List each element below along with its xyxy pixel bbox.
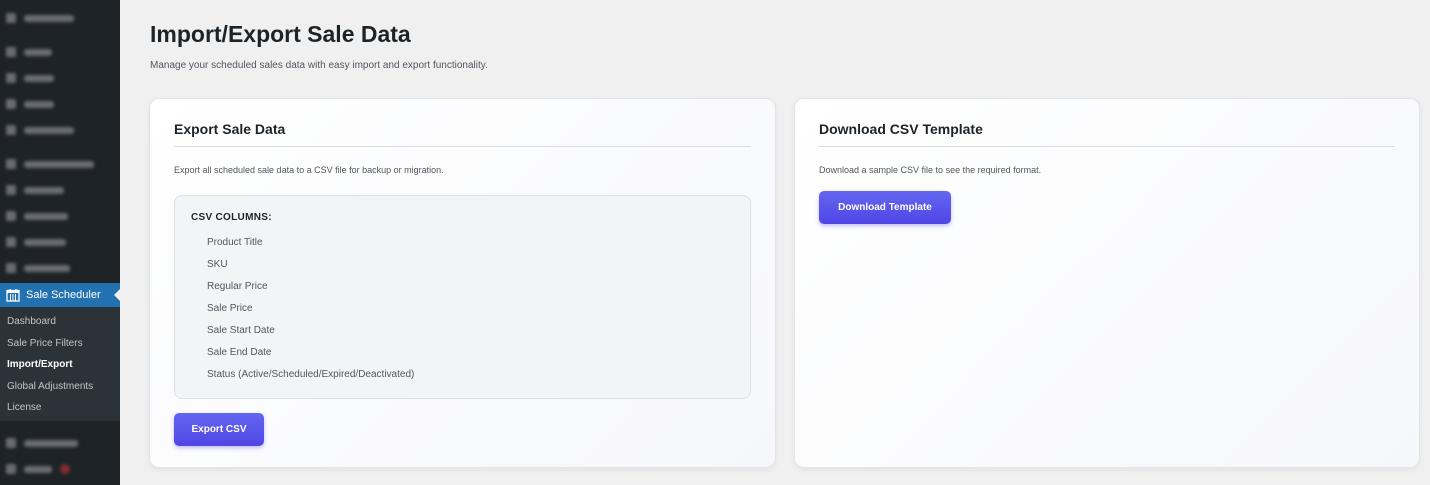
csv-columns-box: CSV COLUMNS: Product Title SKU Regular P… (174, 195, 751, 399)
active-indicator-arrow (114, 289, 120, 301)
submenu-global-adjustments[interactable]: Global Adjustments (0, 380, 120, 402)
page-title: Import/Export Sale Data (150, 21, 411, 47)
template-card-title: Download CSV Template (819, 121, 983, 137)
sale-scheduler-submenu: Dashboard Sale Price Filters Import/Expo… (0, 307, 120, 421)
blurred-menu-item[interactable] (6, 235, 66, 249)
divider (819, 146, 1395, 147)
notification-badge (60, 464, 70, 474)
list-item: SKU (207, 259, 228, 270)
submenu-license[interactable]: License (0, 401, 120, 423)
export-card-title: Export Sale Data (174, 121, 286, 137)
csv-columns-list: Product Title SKU Regular Price Sale Pri… (207, 237, 414, 391)
sidebar-item-sale-scheduler[interactable]: Sale Scheduler (0, 283, 120, 307)
blurred-menu-item[interactable] (6, 183, 64, 197)
submenu-dashboard[interactable]: Dashboard (0, 315, 120, 337)
sidebar-item-label: Sale Scheduler (26, 289, 101, 301)
calendar-icon (6, 288, 20, 302)
blurred-menu-item[interactable] (6, 209, 68, 223)
list-item: Sale Price (207, 303, 253, 314)
blurred-menu-item[interactable] (6, 11, 74, 25)
blurred-menu-item[interactable] (6, 71, 54, 85)
list-item: Sale Start Date (207, 325, 275, 336)
submenu-import-export[interactable]: Import/Export (0, 358, 120, 380)
blurred-menu-item[interactable] (6, 157, 94, 171)
export-csv-button[interactable]: Export CSV (174, 413, 264, 446)
blurred-menu-item[interactable] (6, 97, 54, 111)
list-item: Status (Active/Scheduled/Expired/Deactiv… (207, 369, 415, 380)
export-card: Export Sale Data Export all scheduled sa… (149, 98, 776, 468)
blurred-menu-item[interactable] (6, 462, 70, 476)
divider (174, 146, 751, 147)
list-item: Sale End Date (207, 347, 272, 358)
csv-columns-title: CSV COLUMNS: (191, 212, 272, 223)
page-description: Manage your scheduled sales data with ea… (150, 60, 488, 71)
download-template-button[interactable]: Download Template (819, 191, 951, 224)
admin-sidebar: Sale Scheduler Dashboard Sale Price Filt… (0, 0, 120, 485)
export-card-description: Export all scheduled sale data to a CSV … (174, 165, 444, 175)
template-card-description: Download a sample CSV file to see the re… (819, 165, 1042, 175)
template-card: Download CSV Template Download a sample … (794, 98, 1420, 468)
blurred-menu-item[interactable] (6, 123, 74, 137)
blurred-menu-item[interactable] (6, 261, 70, 275)
submenu-sale-price-filters[interactable]: Sale Price Filters (0, 337, 120, 359)
blurred-menu-item[interactable] (6, 436, 78, 450)
list-item: Regular Price (207, 281, 268, 292)
list-item: Product Title (207, 237, 263, 248)
blurred-menu-item[interactable] (6, 45, 52, 59)
